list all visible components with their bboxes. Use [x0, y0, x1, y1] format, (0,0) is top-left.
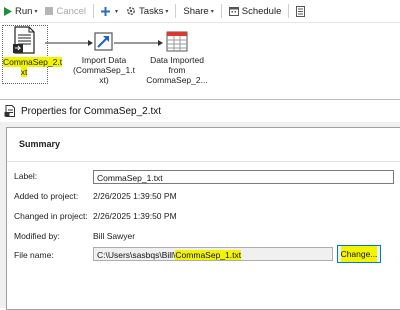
properties-list-icon — [296, 5, 306, 17]
tasks-gear-icon — [126, 6, 136, 16]
run-button[interactable]: Run ▾ — [0, 0, 41, 22]
flow-node-label: xt — [20, 67, 28, 77]
modified-caption: Modified by: — [14, 231, 60, 241]
filename-path: C:\Users\sasbqs\Bill\ — [97, 250, 176, 260]
cancel-button[interactable]: Cancel — [41, 0, 90, 22]
change-button[interactable]: Change... — [337, 245, 381, 263]
flow-node-label: CommaSep_2... — [146, 75, 208, 85]
plus-icon — [101, 6, 111, 16]
tasks-dropdown-icon: ▾ — [165, 8, 169, 15]
added-value: 2/26/2025 1:39:50 PM — [93, 191, 177, 201]
flow-node-label: xt) — [99, 75, 109, 85]
properties-dialog: Properties for CommaSep_2.txt Summary La… — [0, 99, 400, 310]
flow-node-dataset[interactable]: Data Imported from CommaSep_2... — [144, 31, 210, 85]
changed-value: 2/26/2025 1:39:50 PM — [93, 211, 177, 221]
text-file-icon — [11, 26, 37, 54]
tasks-label: Tasks — [139, 5, 164, 17]
added-caption: Added to project: — [14, 191, 79, 201]
summary-panel: Summary Label: CommaSep_1.txt Added to p… — [6, 127, 400, 310]
changed-caption: Changed in project: — [14, 211, 88, 221]
label-caption: Label: — [14, 171, 38, 181]
schedule-label: Schedule — [241, 5, 282, 17]
add-dropdown-icon: ▾ — [115, 8, 119, 15]
toolbar-divider — [220, 4, 222, 18]
share-button[interactable]: Share ▾ — [179, 0, 217, 22]
dialog-title-bar: Properties for CommaSep_2.txt — [0, 100, 400, 122]
toolbar-divider — [175, 4, 177, 18]
properties-button[interactable] — [292, 0, 312, 22]
filename-file: CommaSep_1.txt — [175, 250, 242, 260]
stop-icon — [45, 7, 54, 15]
play-icon — [4, 6, 12, 16]
schedule-button[interactable]: Schedule — [225, 0, 286, 22]
share-label: Share — [183, 5, 209, 17]
dataset-table-icon — [166, 31, 188, 53]
properties-document-icon — [4, 105, 16, 117]
change-button-label: Change... — [340, 246, 378, 262]
section-divider — [7, 161, 400, 162]
run-dropdown-icon[interactable]: ▾ — [34, 8, 37, 15]
flow-node-label: (CommaSep_1.t — [73, 65, 135, 75]
flow-node-import-data[interactable]: Import Data (CommaSep_1.t xt) — [72, 31, 136, 85]
flow-node-label: Import Data — [81, 55, 127, 65]
label-input[interactable]: CommaSep_1.txt — [93, 170, 394, 184]
flow-node-label: Data Imported — [150, 55, 204, 65]
import-data-icon — [94, 31, 114, 53]
filename-field[interactable]: C:\Users\sasbqs\Bill\CommaSep_1.txt — [93, 247, 333, 261]
toolbar: Run ▾ Cancel ▾ Tasks ▾ Share ▾ Schedule — [0, 0, 400, 23]
modified-value: Bill Sawyer — [93, 231, 136, 241]
section-heading: Summary — [19, 139, 61, 149]
flow-node-label: from — [168, 65, 186, 75]
calendar-icon — [228, 6, 239, 16]
filename-caption: File name: — [14, 250, 54, 260]
process-flow: CommaSep_2.t xt Import Data (CommaSep_1.… — [0, 22, 400, 99]
run-label: Run — [15, 5, 33, 17]
dialog-title: Properties for CommaSep_2.txt — [21, 105, 162, 117]
share-dropdown-icon: ▾ — [210, 8, 214, 15]
toolbar-divider — [288, 4, 290, 18]
add-button[interactable]: ▾ — [97, 0, 122, 22]
tasks-button[interactable]: Tasks ▾ — [122, 0, 172, 22]
toolbar-divider — [93, 4, 95, 18]
flow-node-text-file[interactable]: CommaSep_2.t xt — [3, 26, 63, 77]
cancel-label: Cancel — [56, 5, 87, 17]
flow-node-label: CommaSep_2.t — [3, 57, 63, 67]
